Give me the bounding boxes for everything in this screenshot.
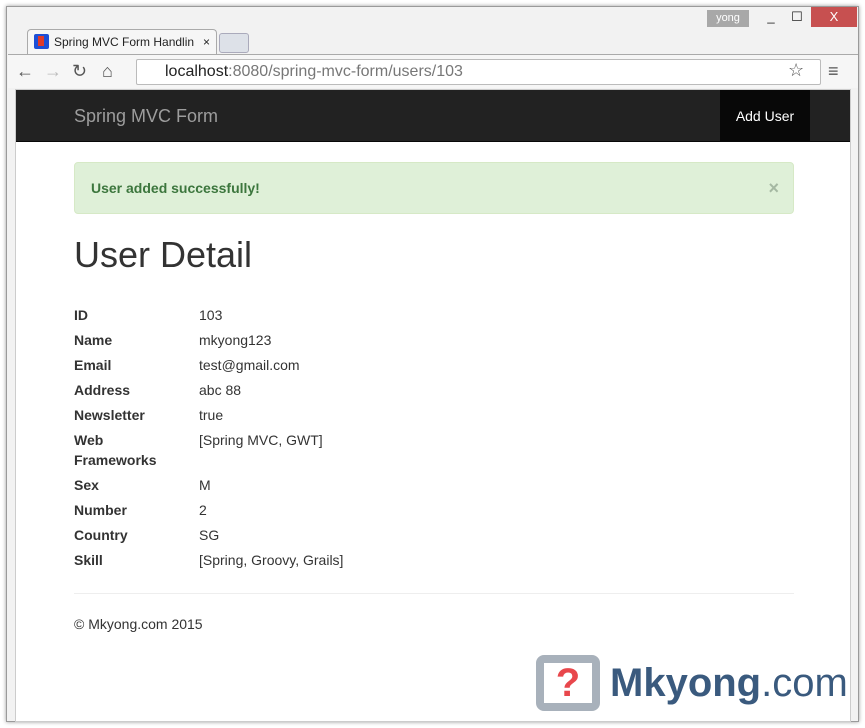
footer: © Mkyong.com 2015 — [74, 616, 203, 632]
detail-value: SG — [199, 527, 220, 543]
detail-value: mkyong123 — [199, 332, 272, 348]
detail-label: Newsletter — [74, 407, 145, 423]
detail-label: Country — [74, 527, 128, 543]
menu-icon[interactable]: ≡ — [828, 61, 839, 82]
detail-label: Name — [74, 332, 113, 348]
star-icon[interactable]: ☆ — [788, 60, 804, 81]
brand-link[interactable]: Spring MVC Form — [74, 106, 218, 127]
detail-value: M — [199, 477, 211, 493]
home-icon[interactable]: ⌂ — [102, 61, 113, 82]
detail-row: Name mkyong123 — [74, 330, 343, 350]
detail-label: ID — [74, 307, 88, 323]
detail-value: abc 88 — [199, 382, 242, 398]
navbar: Spring MVC Form Add User — [16, 90, 850, 142]
logo-suffix: .com — [761, 660, 848, 705]
detail-label: Number — [74, 502, 127, 518]
detail-row: Email test@gmail.com — [74, 355, 343, 375]
add-user-link[interactable]: Add User — [720, 90, 810, 142]
detail-list: ID 103 Name mkyong123 Email test@gmail.com Add… — [74, 305, 343, 575]
page-title: User Detail — [74, 234, 253, 275]
minimize-button[interactable]: _ — [759, 7, 783, 27]
detail-row: Skill [Spring, Groovy, Grails] — [74, 550, 343, 570]
detail-value: test@gmail.com — [199, 357, 300, 373]
profile-badge[interactable]: yong — [707, 10, 749, 27]
browser-tab[interactable]: Spring MVC Form Handlin × — [27, 29, 217, 55]
question-icon: ? — [536, 655, 600, 711]
reload-icon[interactable]: ↻ — [72, 61, 87, 82]
detail-row: Newsletter true — [74, 405, 343, 425]
tab-title: Spring MVC Form Handlin — [54, 35, 195, 49]
maximize-button[interactable]: ☐ — [785, 7, 809, 27]
url-host: localhost — [165, 63, 229, 80]
detail-row: Sex M — [74, 475, 343, 495]
url-path: :8080/spring-mvc-form/users/103 — [228, 63, 463, 80]
detail-row: ID 103 — [74, 305, 343, 325]
close-window-button[interactable]: X — [811, 7, 857, 27]
toolbar: ← → ↻ ⌂ localhost:8080/spring-mvc-form/u… — [8, 54, 858, 88]
detail-value: [Spring, Groovy, Grails] — [199, 552, 344, 568]
favicon-icon — [34, 34, 49, 49]
detail-label: Address — [74, 382, 131, 398]
alert-message: User added successfully! — [91, 180, 260, 196]
detail-value: [Spring MVC, GWT] — [199, 432, 323, 448]
browser-window: yong _ ☐ X Spring MVC Form Handlin × ← →… — [6, 6, 859, 722]
divider — [74, 593, 794, 594]
detail-value: 2 — [199, 502, 207, 518]
back-icon[interactable]: ← — [16, 61, 34, 82]
detail-label: Sex — [74, 477, 99, 493]
new-tab-button[interactable] — [219, 33, 249, 53]
detail-label: Email — [74, 357, 112, 373]
logo-name: Mkyong — [610, 660, 762, 705]
detail-label: Skill — [74, 552, 103, 568]
detail-row: Web Frameworks [Spring MVC, GWT] — [74, 430, 343, 470]
web-page: Spring MVC Form Add User User added succ… — [15, 89, 851, 722]
close-icon[interactable]: × — [768, 163, 779, 213]
detail-row: Country SG — [74, 525, 343, 545]
detail-value: 103 — [199, 307, 223, 323]
mkyong-logo: ? Mkyong.com — [536, 653, 848, 713]
forward-icon[interactable]: → — [44, 61, 62, 82]
detail-label: Web Frameworks — [74, 432, 157, 468]
detail-row: Address abc 88 — [74, 380, 343, 400]
address-bar[interactable]: localhost:8080/spring-mvc-form/users/103 — [136, 59, 821, 85]
detail-value: true — [199, 407, 224, 423]
detail-row: Number 2 — [74, 500, 343, 520]
success-alert: User added successfully! × — [74, 162, 794, 214]
close-tab-icon[interactable]: × — [203, 30, 210, 54]
